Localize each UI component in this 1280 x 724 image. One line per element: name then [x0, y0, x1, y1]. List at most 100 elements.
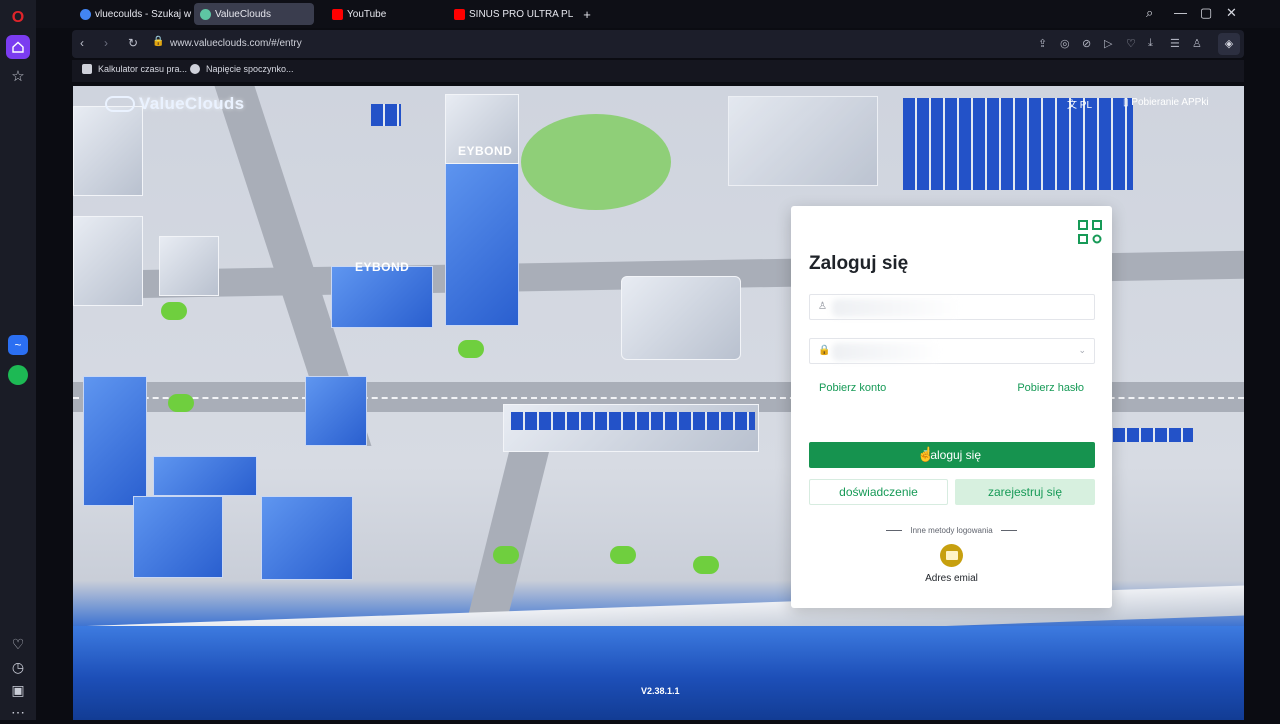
version-label: V2.38.1.1: [641, 686, 680, 696]
login-title: Zaloguj się: [809, 253, 909, 274]
lock-icon: 🔒: [818, 345, 831, 356]
building-label: EYBOND: [458, 144, 513, 158]
download-icon[interactable]: ⤓: [1148, 37, 1153, 50]
opera-logo-icon[interactable]: O: [6, 6, 30, 30]
tree: [610, 546, 636, 564]
get-password-link[interactable]: Pobierz hasło: [1017, 382, 1084, 394]
data-center: [621, 276, 741, 360]
easy-setup-icon[interactable]: ☰: [1170, 37, 1180, 50]
adblock-icon[interactable]: ⊘: [1082, 37, 1091, 50]
user-icon: ♙: [818, 301, 827, 312]
solar-field: [903, 98, 1133, 190]
language-switcher[interactable]: 文 PL: [1067, 96, 1092, 111]
tab-google-search[interactable]: vluecoulds - Szukaj w Goo: [74, 3, 192, 25]
document-icon: [82, 64, 92, 74]
speed-dial-icon[interactable]: ☆: [6, 64, 30, 88]
bookmark-label: Kalkulator czasu pra...: [98, 64, 188, 74]
extensions-icon[interactable]: ▣: [6, 678, 30, 702]
tab-label: vluecoulds - Szukaj w Goo: [95, 8, 192, 20]
bookmark-heart-icon[interactable]: ♡: [1126, 37, 1136, 50]
tab-youtube[interactable]: YouTube: [326, 3, 446, 25]
eybond-tower: [445, 156, 519, 326]
bookmark-item[interactable]: Kalkulator czasu pra...: [82, 64, 187, 74]
home-icon[interactable]: [6, 35, 30, 59]
sea: [73, 626, 1244, 720]
silo-buildings: [73, 106, 143, 196]
search-tabs-icon[interactable]: ⌕: [1146, 5, 1153, 21]
factory-building: [73, 216, 143, 306]
bookmark-item[interactable]: Napięcie spoczynko...: [190, 64, 294, 74]
tab-bar: vluecoulds - Szukaj w Goo ValueClouds Yo…: [36, 0, 1280, 28]
tree: [693, 556, 719, 574]
page-viewport: EYBOND EYBOND ValueClouds 文 PL ▯ Pobiera…: [73, 86, 1244, 720]
residential-building: [83, 376, 147, 506]
history-icon[interactable]: ◷: [6, 655, 30, 679]
residential-building: [261, 496, 353, 580]
park-area: [521, 114, 671, 210]
username-field[interactable]: ♙: [809, 294, 1095, 320]
mouse-cursor-icon: ☝: [917, 446, 935, 462]
bookmarks-bar: Kalkulator czasu pra... Napięcie spoczyn…: [72, 60, 1244, 82]
username-value: [832, 299, 962, 317]
password-value: [832, 343, 942, 361]
login-card: Zaloguj się ♙ 🔒 ⌄ Pobierz konto Pobierz …: [791, 206, 1112, 608]
solar-roof: [371, 104, 401, 126]
app-download-link[interactable]: ▯ Pobieranie APPki: [1123, 97, 1209, 108]
camera-icon[interactable]: ◎: [1060, 37, 1070, 50]
url-field[interactable]: www.valueclouds.com/#/entry: [170, 38, 302, 49]
lock-icon[interactable]: 🔒: [152, 36, 164, 47]
office-building: [331, 266, 433, 328]
back-icon[interactable]: ‹: [80, 36, 84, 50]
tab-label: ValueClouds: [215, 8, 271, 20]
password-field[interactable]: 🔒 ⌄: [809, 338, 1095, 364]
tree: [493, 546, 519, 564]
heart-icon[interactable]: ♡: [6, 632, 30, 656]
chevron-down-icon[interactable]: ⌄: [1078, 345, 1086, 356]
qr-code-icon[interactable]: [1078, 220, 1102, 244]
tree: [168, 394, 194, 412]
factory-building: [159, 236, 219, 296]
profile-icon[interactable]: ♙: [1192, 37, 1202, 50]
spotify-icon[interactable]: [8, 365, 28, 385]
experience-button[interactable]: doświadczenie: [809, 479, 948, 505]
email-login-label[interactable]: Adres emial: [791, 573, 1112, 584]
register-button[interactable]: zarejestruj się: [955, 479, 1095, 505]
player-icon[interactable]: ▷: [1104, 37, 1112, 50]
app-download-label: Pobieranie APPki: [1131, 97, 1209, 108]
email-icon[interactable]: [940, 544, 963, 567]
get-account-link[interactable]: Pobierz konto: [819, 382, 886, 394]
youtube-icon: [332, 8, 343, 20]
new-tab-button[interactable]: +: [578, 3, 596, 25]
share-icon[interactable]: ⇪: [1038, 37, 1047, 50]
tab-sinus[interactable]: SINUS PRO ULTRA PLUS 7: [448, 3, 574, 25]
language-label: PL: [1079, 100, 1093, 111]
maximize-icon[interactable]: ▢: [1200, 5, 1212, 21]
google-icon: [80, 8, 91, 20]
residential-building: [153, 456, 257, 496]
close-icon[interactable]: ✕: [1226, 5, 1237, 21]
youtube-icon: [454, 8, 465, 20]
greenhouse: [728, 96, 878, 186]
address-bar: ‹ › ↻ 🔒 www.valueclouds.com/#/entry ⇪ ◎ …: [72, 30, 1244, 58]
residential-building: [305, 376, 367, 446]
cloud-logo-icon: [105, 96, 135, 112]
reload-icon[interactable]: ↻: [128, 36, 138, 50]
bookmark-label: Napięcie spoczynko...: [206, 64, 294, 74]
valueclouds-logo[interactable]: ValueClouds: [105, 94, 244, 114]
forward-icon[interactable]: ›: [104, 36, 108, 50]
valueclouds-favicon-icon: [200, 8, 211, 20]
login-button[interactable]: Zaloguj się: [809, 442, 1095, 468]
other-login-methods-label: Inne metody logowania: [791, 526, 1112, 535]
more-icon[interactable]: ⋯: [6, 700, 30, 724]
messenger-icon[interactable]: ~: [8, 335, 28, 355]
opera-sidebar: O ☆ ~ ♡ ◷ ▣ ⋯: [0, 0, 36, 720]
solar-roof: [1113, 428, 1193, 442]
tab-valueclouds[interactable]: ValueClouds: [194, 3, 314, 25]
phone-icon: ▯: [1123, 97, 1129, 108]
cube-icon[interactable]: ◈: [1218, 33, 1240, 55]
tree: [458, 340, 484, 358]
solar-roof: [511, 412, 755, 430]
translate-icon: 文: [1067, 100, 1077, 111]
minimize-icon[interactable]: —: [1174, 5, 1187, 20]
globe-icon: [190, 64, 200, 74]
